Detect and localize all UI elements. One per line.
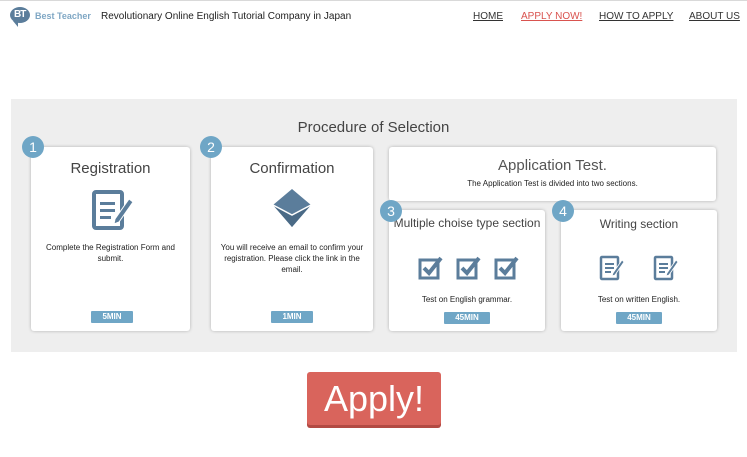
duration-badge: 1MIN [271, 311, 313, 323]
step-card-confirmation: Confirmation You will receive an email t… [211, 147, 373, 331]
step-title: Confirmation [249, 160, 335, 177]
step-title: Registration [70, 160, 151, 177]
document-pencil-icon [92, 190, 134, 230]
step-description: You will receive an email to confirm you… [220, 243, 364, 274]
document-pencil-icon [653, 255, 679, 281]
application-test-card: Application Test. The Application Test i… [389, 147, 716, 201]
duration-badge: 5MIN [91, 311, 133, 323]
application-test-description: The Application Test is divided into two… [467, 179, 638, 188]
duration-badge: 45MIN [616, 312, 662, 324]
document-pencil-icon [599, 255, 625, 281]
procedure-title: Procedure of Selection [297, 119, 450, 136]
step-number-badge: 4 [552, 200, 574, 222]
step-number-badge: 2 [200, 136, 222, 158]
nav-about-us-link[interactable]: ABOUT US [689, 11, 740, 22]
logo-mark: BT [10, 6, 32, 27]
step-title: Writing section [599, 217, 679, 231]
step-card-writing: Writing section Test on written English.… [561, 210, 717, 331]
tagline: Revolutionary Online English Tutorial Co… [101, 11, 352, 22]
apply-button[interactable]: Apply! [307, 372, 441, 425]
nav-apply-now-link[interactable]: APPLY NOW! [521, 11, 582, 22]
step-card-multiple-choice: Multiple choise type section Test on Eng… [389, 210, 545, 331]
step-description: Test on English grammar. [421, 295, 513, 304]
step-card-registration: Registration Complete the Registration F… [31, 147, 190, 331]
step-description: Complete the Registration Form and submi… [46, 243, 175, 263]
step-description: Test on written English. [597, 295, 681, 304]
application-test-title: Application Test. [498, 157, 607, 174]
nav-how-to-apply-link[interactable]: HOW TO APPLY [599, 11, 673, 22]
nav-home-link[interactable]: HOME [473, 11, 503, 22]
checkbox-icon [494, 256, 519, 280]
logo[interactable]: BT Best Teacher [10, 6, 91, 27]
step-number-badge: 1 [22, 136, 44, 158]
logo-text: Best Teacher [35, 11, 91, 21]
envelope-icon [272, 189, 312, 227]
checkbox-icon [418, 256, 443, 280]
duration-badge: 45MIN [444, 312, 490, 324]
step-title: Multiple choise type section [393, 216, 541, 230]
step-number-badge: 3 [380, 200, 402, 222]
checkbox-icon [456, 256, 481, 280]
top-border [0, 0, 747, 1]
